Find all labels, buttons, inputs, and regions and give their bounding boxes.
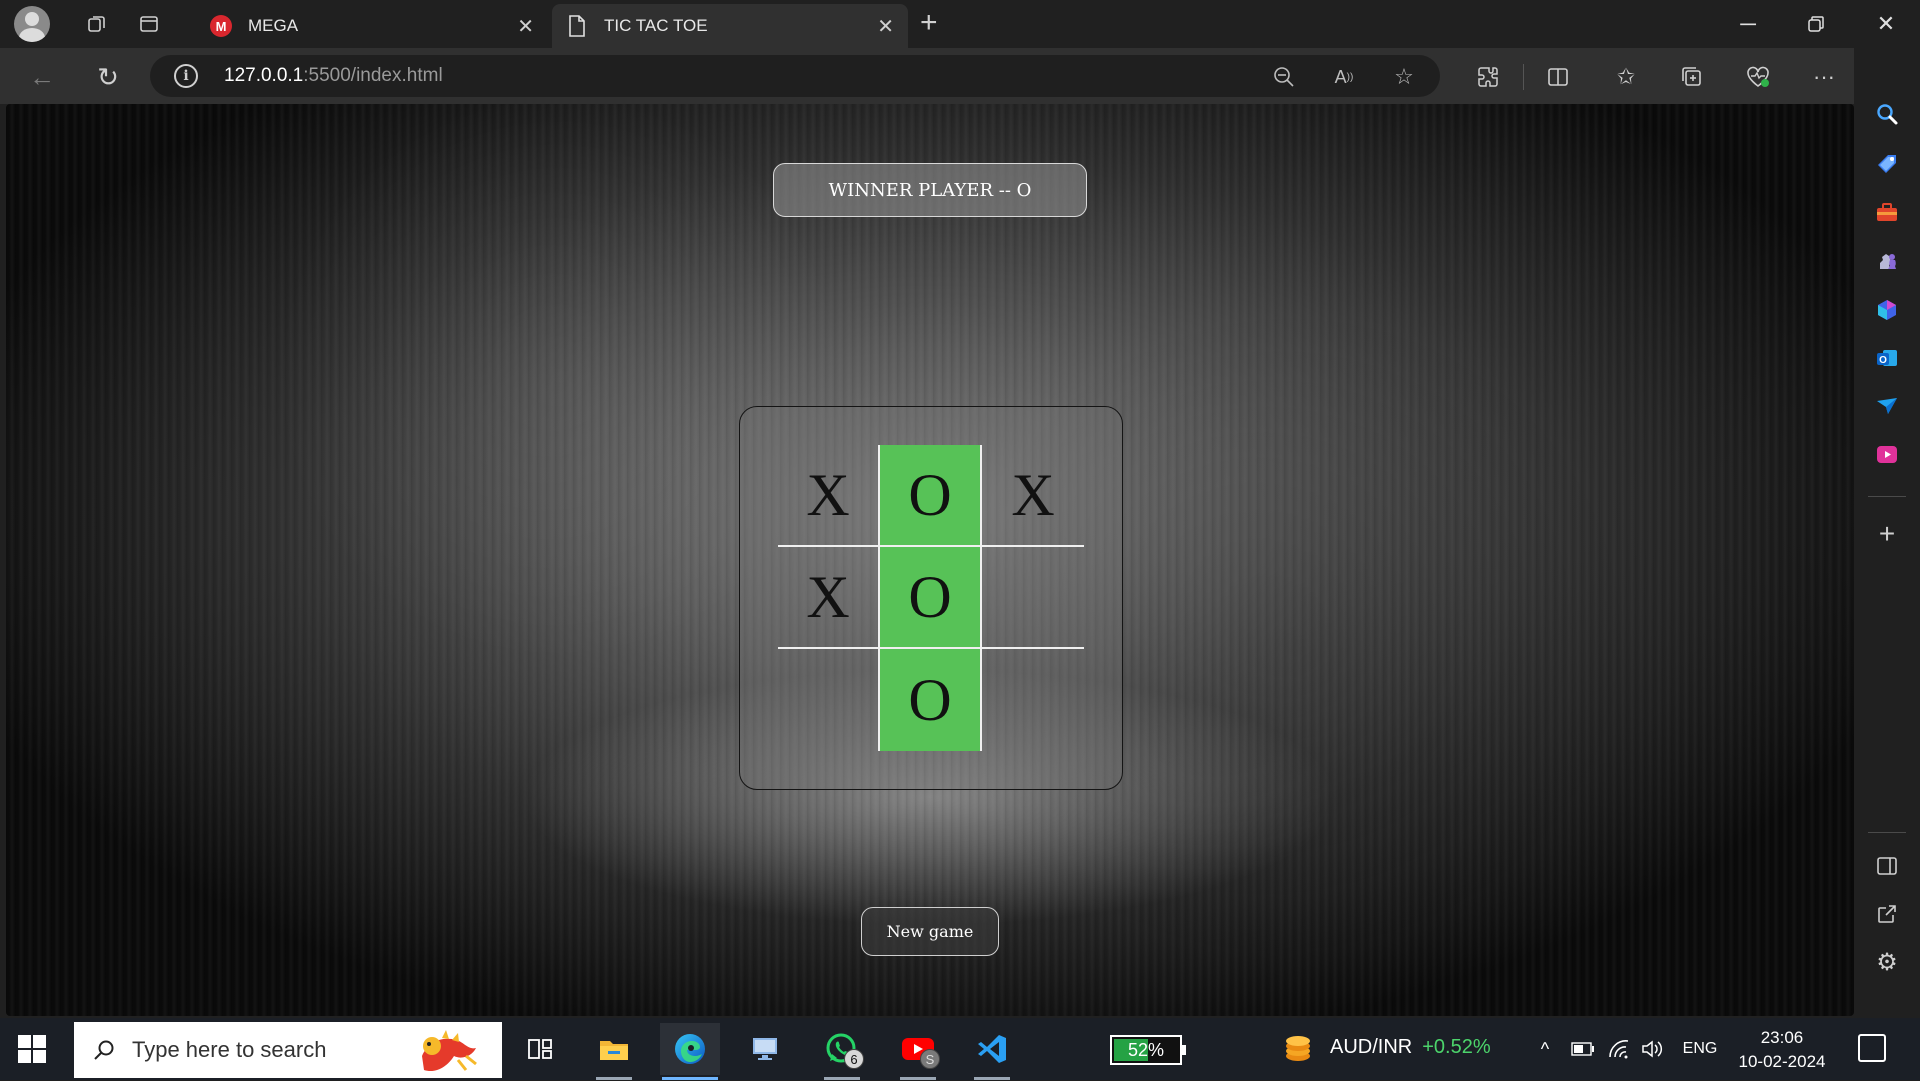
address-bar[interactable]: i 127.0.0.1:5500/index.html A)) ☆ bbox=[150, 55, 1440, 97]
microsoft-365-icon[interactable] bbox=[1871, 294, 1903, 326]
sidebar-divider bbox=[1868, 832, 1906, 833]
volume-icon[interactable] bbox=[1640, 1036, 1666, 1062]
svg-text:O: O bbox=[1879, 355, 1887, 366]
currency-change: +0.52% bbox=[1422, 1036, 1491, 1058]
tab-mega[interactable]: M MEGA ✕ bbox=[196, 4, 548, 48]
file-explorer-icon[interactable] bbox=[584, 1023, 644, 1080]
tab-title: MEGA bbox=[248, 16, 299, 35]
clipchamp-icon[interactable] bbox=[1871, 438, 1903, 470]
board-cell[interactable] bbox=[982, 649, 1084, 751]
page-icon bbox=[566, 15, 588, 37]
board-cell[interactable] bbox=[778, 649, 880, 751]
battery-percent: 52% bbox=[1127, 1040, 1165, 1060]
mega-logo-icon: M bbox=[210, 15, 232, 37]
new-tab-icon[interactable]: + bbox=[920, 6, 938, 40]
windows-taskbar: Type here to search 6 S 52% AUD/INR +0.5… bbox=[0, 1018, 1920, 1080]
notification-center-icon[interactable] bbox=[1858, 1034, 1886, 1062]
task-view-icon[interactable] bbox=[510, 1023, 570, 1075]
close-tab-icon[interactable]: ✕ bbox=[877, 14, 894, 39]
taskbar-search-box[interactable]: Type here to search bbox=[74, 1022, 502, 1078]
edge-browser-icon[interactable] bbox=[660, 1023, 720, 1080]
profile-avatar[interactable] bbox=[14, 6, 50, 42]
open-external-icon[interactable] bbox=[1871, 898, 1903, 930]
tab-actions-icon[interactable] bbox=[130, 5, 168, 43]
winner-message: WINNER PLAYER -- O bbox=[773, 163, 1087, 217]
site-info-icon[interactable]: i bbox=[174, 64, 198, 88]
drop-send-icon[interactable] bbox=[1871, 390, 1903, 422]
refresh-icon[interactable]: ↻ bbox=[88, 60, 128, 94]
favorite-star-icon[interactable]: ☆ bbox=[1390, 63, 1418, 91]
close-tab-icon[interactable]: ✕ bbox=[517, 14, 534, 39]
search-icon[interactable] bbox=[1871, 98, 1903, 130]
battery-icon[interactable] bbox=[1570, 1036, 1596, 1062]
clock-time: 23:06 bbox=[1760, 1028, 1804, 1047]
read-aloud-icon[interactable]: A)) bbox=[1330, 63, 1358, 91]
board-grid: X O X X O O bbox=[778, 445, 1084, 751]
close-window-icon[interactable]: ✕ bbox=[1852, 0, 1920, 48]
game-board: X O X X O O bbox=[739, 406, 1123, 790]
more-options-icon[interactable]: ··· bbox=[1808, 61, 1840, 93]
currency-coin-icon bbox=[1282, 1032, 1318, 1064]
navigation-bar: ← ↻ i 127.0.0.1:5500/index.html A)) ☆ ✩ … bbox=[0, 48, 1920, 104]
show-hidden-icons-chevron-up-icon[interactable]: ^ bbox=[1532, 1036, 1558, 1062]
url-text[interactable]: 127.0.0.1:5500/index.html bbox=[224, 65, 443, 87]
toolbar-divider bbox=[1523, 64, 1524, 90]
windows-start-icon[interactable] bbox=[18, 1035, 46, 1063]
notification-badge: 6 bbox=[844, 1049, 864, 1069]
shopping-tag-icon[interactable] bbox=[1871, 148, 1903, 180]
battery-widget[interactable]: 52% bbox=[1110, 1035, 1186, 1065]
url-path: :5500/index.html bbox=[303, 65, 443, 86]
remote-desktop-icon[interactable] bbox=[736, 1023, 796, 1075]
browser-essentials-icon[interactable] bbox=[1742, 61, 1774, 93]
board-cell[interactable]: X bbox=[982, 445, 1084, 547]
add-app-icon[interactable]: + bbox=[1871, 518, 1903, 550]
currency-pair: AUD/INR bbox=[1330, 1036, 1413, 1058]
vscode-icon[interactable] bbox=[962, 1023, 1022, 1080]
collections-icon[interactable] bbox=[1676, 61, 1708, 93]
input-language[interactable]: ENG bbox=[1680, 1036, 1720, 1062]
board-cell[interactable]: O bbox=[880, 649, 982, 751]
search-icon bbox=[90, 1036, 118, 1064]
back-arrow-icon[interactable]: ← bbox=[22, 60, 62, 94]
battery-nub bbox=[1182, 1045, 1186, 1055]
system-clock[interactable]: 23:06 10-02-2024 bbox=[1736, 1026, 1828, 1074]
board-cell[interactable]: X bbox=[778, 445, 880, 547]
wifi-icon[interactable] bbox=[1606, 1036, 1632, 1062]
split-screen-icon[interactable] bbox=[1542, 61, 1574, 93]
workspaces-icon[interactable] bbox=[78, 5, 116, 43]
youtube-app-icon[interactable]: S bbox=[888, 1023, 948, 1080]
zoom-out-icon[interactable] bbox=[1270, 63, 1298, 91]
browser-title-bar: M MEGA ✕ TIC TAC TOE ✕ + ─ ✕ bbox=[0, 0, 1920, 48]
tools-toolbox-icon[interactable] bbox=[1871, 196, 1903, 228]
board-cell[interactable] bbox=[982, 547, 1084, 649]
sidebar-settings-gear-icon[interactable]: ⚙ bbox=[1871, 946, 1903, 978]
outlook-icon[interactable]: O bbox=[1871, 342, 1903, 374]
edge-sidebar: O + ⚙ bbox=[1854, 48, 1920, 1018]
favorites-icon[interactable]: ✩ bbox=[1610, 61, 1642, 93]
profile-badge: S bbox=[920, 1049, 940, 1069]
dragon-search-highlight-icon bbox=[412, 1026, 488, 1076]
board-cell[interactable]: O bbox=[880, 547, 982, 649]
clock-date: 10-02-2024 bbox=[1738, 1052, 1826, 1071]
restore-icon[interactable] bbox=[1782, 0, 1850, 48]
page-viewport: WINNER PLAYER -- O X O X X O O New game bbox=[6, 104, 1854, 1016]
board-cell[interactable]: O bbox=[880, 445, 982, 547]
tab-title: TIC TAC TOE bbox=[604, 16, 708, 35]
url-host: 127.0.0.1 bbox=[224, 65, 304, 86]
extensions-icon[interactable] bbox=[1472, 61, 1504, 93]
board-cell[interactable]: X bbox=[778, 547, 880, 649]
sidebar-divider bbox=[1868, 496, 1906, 497]
games-chess-icon[interactable] bbox=[1871, 244, 1903, 276]
minimize-icon[interactable]: ─ bbox=[1714, 0, 1782, 48]
new-game-button[interactable]: New game bbox=[861, 907, 999, 956]
currency-ticker[interactable]: AUD/INR +0.52% bbox=[1330, 1036, 1491, 1059]
tab-tic-tac-toe[interactable]: TIC TAC TOE ✕ bbox=[552, 4, 908, 48]
hide-sidebar-icon[interactable] bbox=[1871, 850, 1903, 882]
whatsapp-icon[interactable]: 6 bbox=[812, 1023, 872, 1080]
search-placeholder: Type here to search bbox=[132, 1037, 327, 1062]
